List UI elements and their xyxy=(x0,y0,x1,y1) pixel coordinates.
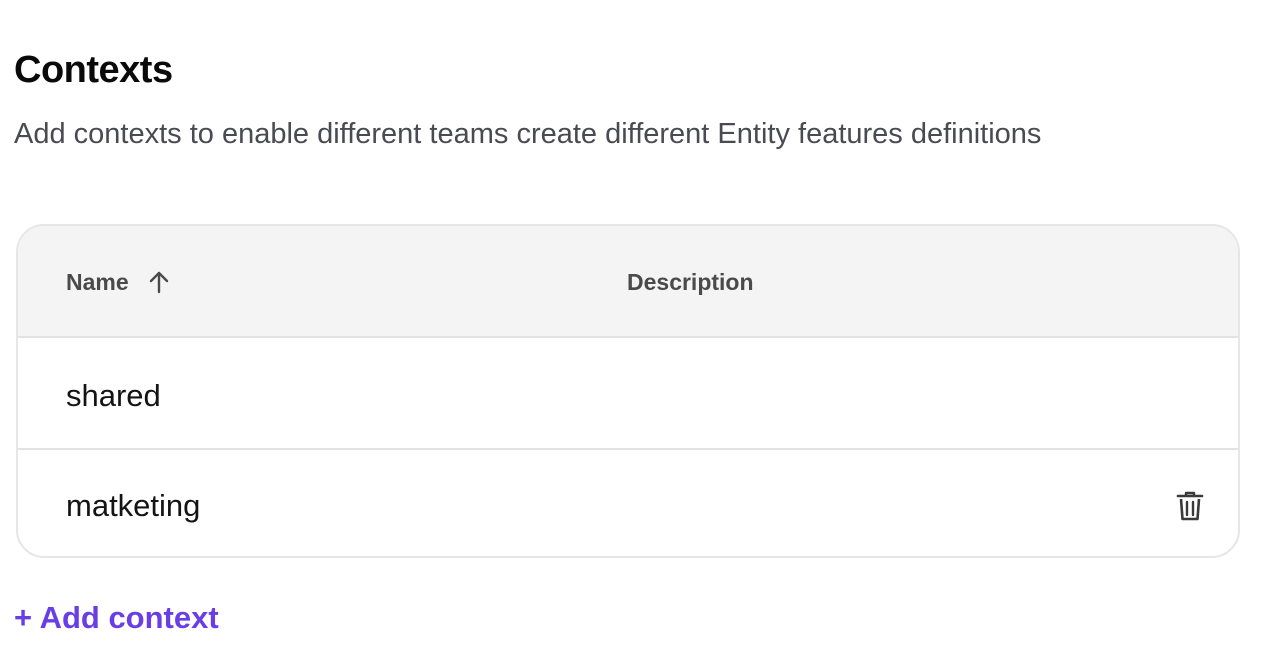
page-title: Contexts xyxy=(14,49,173,91)
contexts-table: Name Description shared matketing xyxy=(16,224,1240,558)
column-header-description: Description xyxy=(627,266,754,298)
arrow-up-icon xyxy=(147,268,171,296)
trash-icon xyxy=(1176,491,1204,525)
table-row[interactable]: matketing xyxy=(18,450,1238,556)
contexts-page: Contexts Add contexts to enable differen… xyxy=(0,0,1270,656)
column-header-name-label: Name xyxy=(66,269,129,295)
delete-context-button[interactable] xyxy=(1176,490,1204,522)
column-header-name[interactable]: Name xyxy=(66,266,171,298)
context-name-cell: matketing xyxy=(66,488,201,523)
context-name-cell: shared xyxy=(66,378,161,413)
table-row[interactable]: shared xyxy=(18,338,1238,450)
add-context-link[interactable]: + Add context xyxy=(14,598,219,638)
page-subtitle: Add contexts to enable different teams c… xyxy=(14,118,1042,150)
column-header-description-label: Description xyxy=(627,269,754,295)
table-header: Name Description xyxy=(18,226,1238,338)
